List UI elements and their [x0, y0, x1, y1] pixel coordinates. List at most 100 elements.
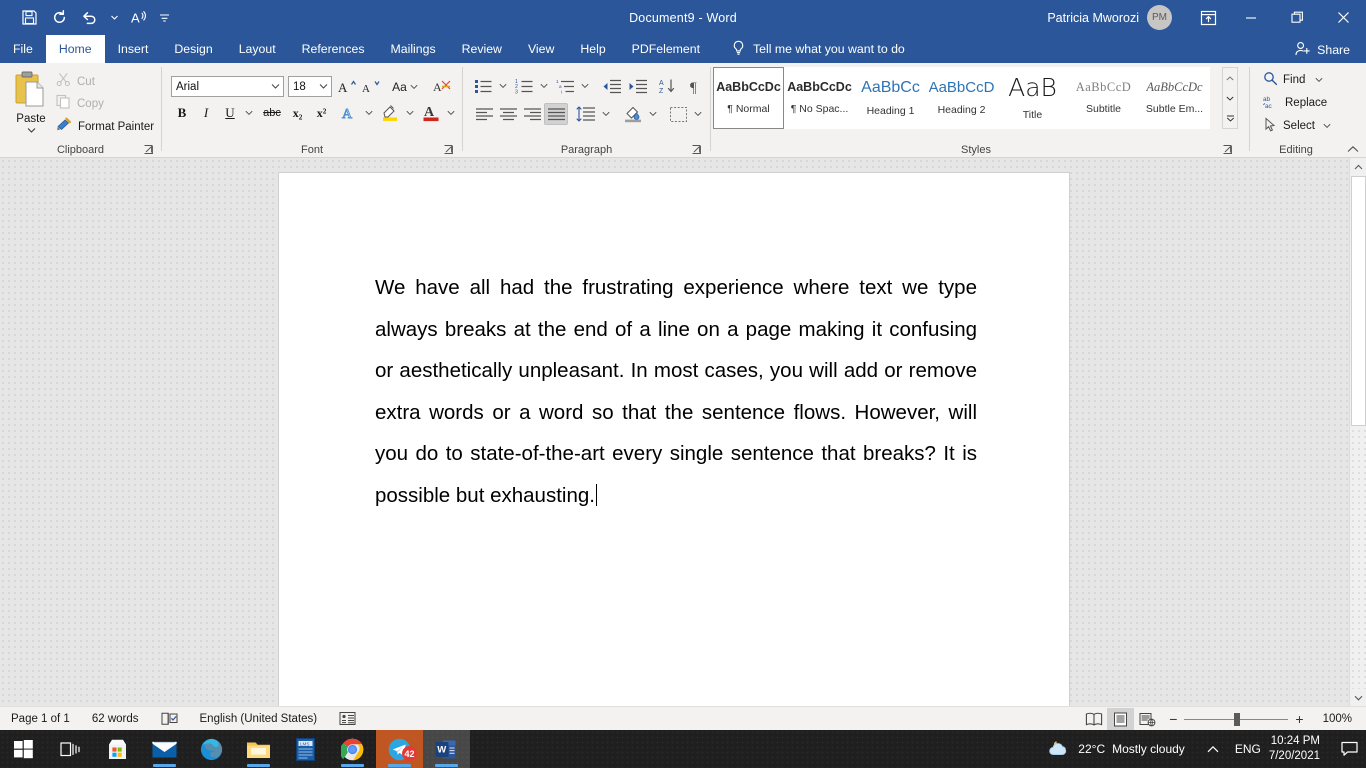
word-icon[interactable]: W	[423, 730, 470, 768]
weather-widget[interactable]: 22°C Mostly cloudy	[1047, 738, 1199, 761]
zoom-thumb[interactable]	[1234, 712, 1241, 726]
language-indicator[interactable]: ENG	[1227, 730, 1269, 768]
read-mode-view-icon[interactable]	[1080, 708, 1107, 730]
numbering-icon[interactable]: 123	[513, 75, 536, 97]
chevron-down-icon[interactable]	[319, 77, 328, 96]
shading-dropdown-icon[interactable]	[646, 103, 660, 125]
account-name[interactable]: Patricia Mworozi	[1047, 11, 1147, 25]
font-size-combobox[interactable]: 18	[288, 76, 332, 97]
tab-view[interactable]: View	[515, 35, 567, 63]
multilevel-dropdown-icon[interactable]	[578, 75, 592, 97]
italic-button[interactable]: I	[195, 102, 217, 124]
tab-insert[interactable]: Insert	[105, 35, 162, 63]
find-button[interactable]: Find	[1263, 71, 1323, 89]
show-hidden-icons-button[interactable]	[1199, 730, 1227, 768]
google-chrome-icon[interactable]	[329, 730, 376, 768]
numbering-dropdown-icon[interactable]	[537, 75, 551, 97]
tab-pdfelement[interactable]: PDFelement	[619, 35, 713, 63]
document-page[interactable]: We have all had the frustrating experien…	[278, 172, 1070, 706]
styles-more-icon[interactable]	[1226, 109, 1235, 127]
font-color-icon[interactable]: A	[419, 100, 443, 124]
select-button[interactable]: Select	[1263, 117, 1331, 135]
collapse-ribbon-button[interactable]	[1347, 141, 1360, 154]
file-explorer-icon[interactable]	[235, 730, 282, 768]
zoom-in-button[interactable]: +	[1295, 711, 1303, 727]
tab-file[interactable]: File	[0, 35, 46, 63]
text-effects-dropdown-icon[interactable]	[361, 102, 376, 124]
chevron-down-icon[interactable]	[271, 77, 280, 96]
word-count[interactable]: 62 words	[81, 707, 150, 731]
shading-icon[interactable]	[621, 102, 645, 125]
avatar[interactable]: PM	[1147, 5, 1172, 30]
align-left-icon[interactable]	[472, 103, 496, 125]
borders-dropdown-icon[interactable]	[691, 103, 705, 125]
borders-icon[interactable]	[666, 103, 690, 125]
undo-icon[interactable]	[74, 5, 104, 31]
clipboard-dialog-launcher[interactable]	[143, 142, 156, 155]
font-family-combobox[interactable]: Arial	[171, 76, 284, 97]
styles-gallery-scrollbar[interactable]	[1222, 67, 1238, 129]
zoom-out-button[interactable]: −	[1169, 711, 1177, 727]
tell-me-search[interactable]: Tell me what you want to do	[713, 35, 905, 63]
scrollbar-thumb[interactable]	[1351, 176, 1366, 426]
scroll-up-arrow-icon[interactable]	[1350, 158, 1366, 175]
save-icon[interactable]	[14, 5, 44, 31]
style-title[interactable]: AaB Title	[997, 67, 1068, 129]
decrease-indent-icon[interactable]	[600, 75, 624, 97]
tab-help[interactable]: Help	[567, 35, 618, 63]
clear-formatting-icon[interactable]: A	[430, 76, 454, 97]
text-highlight-color-icon[interactable]	[378, 100, 402, 124]
superscript-button[interactable]: x²	[310, 102, 333, 124]
minimize-button[interactable]	[1228, 0, 1274, 35]
increase-font-size-icon[interactable]: A	[336, 76, 359, 97]
bold-button[interactable]: B	[171, 102, 193, 124]
repeat-icon[interactable]	[44, 5, 74, 31]
bullets-dropdown-icon[interactable]	[496, 75, 510, 97]
lms-app-icon[interactable]: LMS	[282, 730, 329, 768]
style-heading-2[interactable]: AaBbCcD Heading 2	[926, 67, 997, 129]
document-canvas[interactable]: We have all had the frustrating experien…	[0, 158, 1366, 706]
line-spacing-dropdown-icon[interactable]	[599, 103, 613, 125]
style-subtitle[interactable]: AaBbCcD Subtitle	[1068, 67, 1139, 129]
increase-indent-icon[interactable]	[626, 75, 650, 97]
paste-button[interactable]: Paste	[8, 67, 54, 145]
mail-icon[interactable]	[141, 730, 188, 768]
decrease-font-size-icon[interactable]: A	[360, 76, 383, 97]
action-center-icon[interactable]	[1332, 730, 1366, 768]
tab-home[interactable]: Home	[45, 35, 105, 63]
style-subtle-emphasis[interactable]: AaBbCcDc Subtle Em...	[1139, 67, 1210, 129]
styles-scroll-up-icon[interactable]	[1226, 69, 1234, 87]
vertical-scrollbar[interactable]	[1349, 158, 1366, 706]
find-dropdown-icon[interactable]	[1315, 74, 1323, 86]
sort-icon[interactable]: AZ	[656, 75, 680, 97]
accessibility-checker-icon[interactable]	[328, 707, 367, 731]
change-case-icon[interactable]: Aa	[388, 76, 422, 97]
microsoft-store-icon[interactable]	[94, 730, 141, 768]
underline-dropdown-icon[interactable]	[241, 102, 256, 124]
style-normal[interactable]: AaBbCcDc ¶ Normal	[713, 67, 784, 129]
styles-dialog-launcher[interactable]	[1222, 142, 1235, 155]
align-right-icon[interactable]	[520, 103, 544, 125]
print-layout-view-icon[interactable]	[1107, 708, 1135, 730]
language-indicator[interactable]: English (United States)	[189, 707, 329, 731]
format-painter-button[interactable]: Format Painter	[56, 117, 154, 137]
document-paragraph[interactable]: We have all had the frustrating experien…	[375, 267, 977, 517]
share-button[interactable]: Share	[1289, 39, 1356, 60]
font-dialog-launcher[interactable]	[443, 142, 456, 155]
tab-mailings[interactable]: Mailings	[378, 35, 449, 63]
replace-button[interactable]: ab ac Replace	[1263, 94, 1327, 112]
zoom-slider[interactable]: − +	[1161, 711, 1311, 727]
font-color-dropdown-icon[interactable]	[443, 102, 458, 124]
tab-layout[interactable]: Layout	[226, 35, 289, 63]
page-indicator[interactable]: Page 1 of 1	[0, 707, 81, 731]
tab-references[interactable]: References	[289, 35, 378, 63]
proofing-errors-icon[interactable]	[150, 707, 189, 731]
highlight-dropdown-icon[interactable]	[402, 102, 417, 124]
paragraph-dialog-launcher[interactable]	[691, 142, 704, 155]
ribbon-display-options-icon[interactable]	[1188, 0, 1228, 35]
microsoft-edge-icon[interactable]	[188, 730, 235, 768]
clock[interactable]: 10:24 PM 7/20/2021	[1269, 734, 1332, 764]
close-button[interactable]	[1320, 0, 1366, 35]
start-button[interactable]	[0, 730, 47, 768]
style-no-spacing[interactable]: AaBbCcDc ¶ No Spac...	[784, 67, 855, 129]
